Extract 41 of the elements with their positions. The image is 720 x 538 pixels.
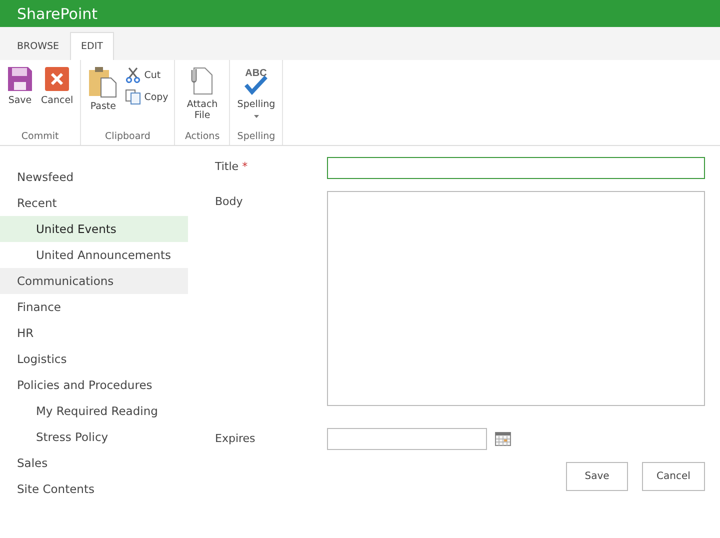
nav-link[interactable]: Logistics: [0, 346, 188, 372]
nav-link[interactable]: United Events: [0, 216, 188, 242]
nav-link[interactable]: Stress Policy: [0, 424, 188, 450]
ribbon-button[interactable]: Cancel: [38, 64, 76, 131]
ribbon-button[interactable]: Attach File: [179, 64, 226, 131]
title-input[interactable]: [327, 156, 705, 178]
nav-link[interactable]: Sales: [0, 450, 188, 476]
field-label: Title: [215, 160, 239, 173]
clipboard-icon: [88, 66, 118, 98]
nav-link[interactable]: Recent: [0, 190, 188, 216]
document-clip-icon: [189, 66, 216, 96]
ribbon-button[interactable]: Copy: [123, 88, 170, 106]
nav-link[interactable]: United Announcements: [0, 242, 188, 268]
copy-icon: [125, 89, 142, 105]
field-label: Body: [215, 194, 243, 208]
ribbon-button[interactable]: Cut: [123, 66, 170, 84]
nav-link[interactable]: Policies and Procedures: [0, 372, 188, 398]
nav-link[interactable]: My Required Reading: [0, 398, 188, 424]
scissors-icon: [125, 67, 142, 83]
ribbon-button[interactable]: Paste: [85, 64, 122, 131]
field-label: Expires: [215, 432, 256, 444]
calendar-icon[interactable]: [495, 432, 511, 446]
required-mark: *: [242, 160, 248, 173]
save-button[interactable]: Save: [566, 462, 628, 490]
nav-link[interactable]: Finance: [0, 294, 188, 320]
nav-link[interactable]: Newsfeed: [0, 164, 188, 190]
date-input[interactable]: [327, 428, 487, 450]
cancel-icon: [44, 66, 70, 92]
app-title: SharePoint: [17, 4, 98, 22]
group-label: Clipboard: [105, 131, 150, 142]
nav-link[interactable]: HR: [0, 320, 188, 346]
nav-link[interactable]: Communications: [0, 268, 188, 294]
ribbon-tab[interactable]: EDIT: [70, 32, 114, 60]
group-label: Commit: [21, 131, 59, 142]
nav-link[interactable]: Site Contents: [0, 476, 188, 502]
ribbon-button[interactable]: ABC Spelling: [234, 64, 278, 131]
ribbon-button[interactable]: Save: [4, 64, 36, 131]
ribbon-tab[interactable]: BROWSE: [6, 32, 70, 60]
cancel-button[interactable]: Cancel: [642, 462, 705, 490]
group-label: Spelling: [237, 131, 276, 142]
group-label: Actions: [184, 131, 220, 142]
